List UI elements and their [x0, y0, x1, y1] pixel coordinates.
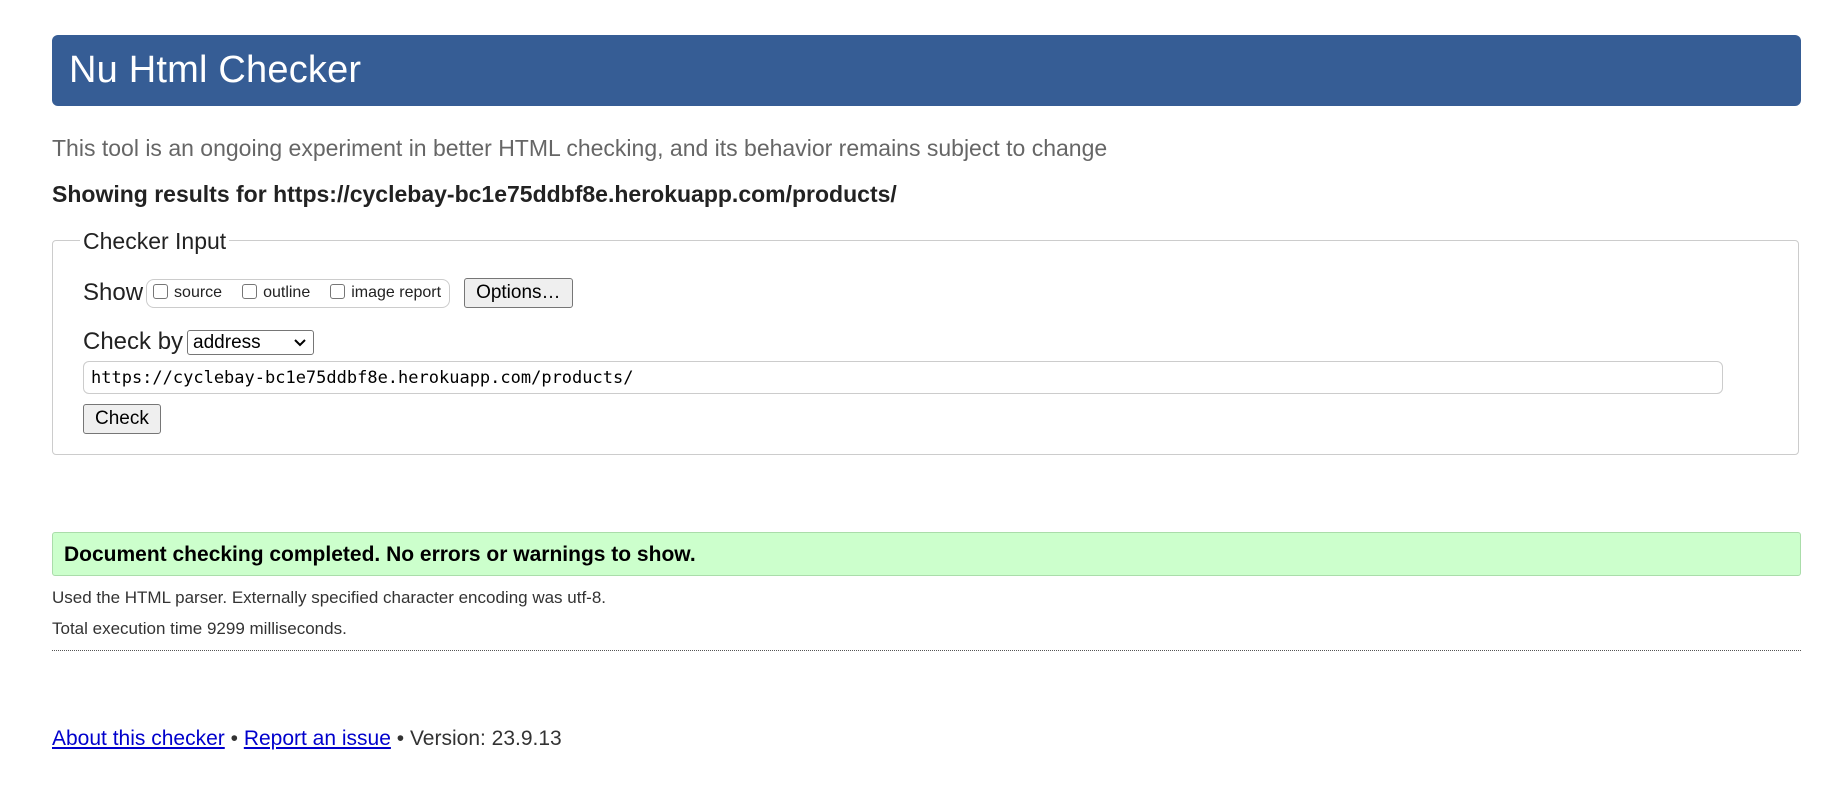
about-checker-link[interactable]: About this checker	[52, 727, 225, 750]
page-title: Nu Html Checker	[69, 49, 362, 91]
show-source-option[interactable]: source	[153, 283, 223, 302]
show-outline-option[interactable]: outline	[242, 283, 311, 302]
url-input[interactable]: https://cyclebay-bc1e75ddbf8e.herokuapp.…	[83, 361, 1723, 394]
show-options-row: Show source outline image report Options…	[83, 277, 573, 309]
show-options-group: source outline image report	[146, 278, 451, 308]
check-by-select[interactable]: address	[187, 329, 315, 355]
footer-separator-1: •	[230, 727, 238, 750]
options-button[interactable]: Options…	[464, 278, 573, 308]
parser-info: Used the HTML parser. Externally specifi…	[52, 588, 607, 607]
footer-separator-2: •	[396, 727, 405, 750]
check-button[interactable]: Check	[83, 404, 161, 434]
success-message: Document checking completed. No errors o…	[52, 532, 1801, 576]
show-label: Show	[83, 279, 144, 306]
execution-time: Total execution time 9299 milliseconds.	[52, 619, 347, 638]
tool-description: This tool is an ongoing experiment in be…	[52, 135, 1108, 161]
check-by-row: Check by address	[83, 328, 315, 356]
chevron-down-icon	[294, 338, 306, 346]
checker-input-fieldset: Checker Input Show source outline image …	[52, 228, 1799, 455]
source-checkbox[interactable]	[153, 283, 169, 299]
check-by-label: Check by	[83, 328, 184, 355]
dotted-divider	[52, 650, 1801, 651]
version-text: Version: 23.9.13	[409, 727, 562, 750]
check-by-selected-value: address	[193, 331, 261, 353]
results-for-heading: Showing results for https://cyclebay-bc1…	[52, 181, 897, 207]
source-checkbox-label: source	[174, 284, 223, 301]
checker-input-legend: Checker Input	[80, 228, 230, 255]
image-report-checkbox[interactable]	[330, 283, 346, 299]
outline-checkbox-label: outline	[263, 284, 311, 301]
image-report-checkbox-label: image report	[351, 284, 442, 301]
header-banner: Nu Html Checker	[52, 35, 1801, 106]
show-image-report-option[interactable]: image report	[330, 283, 442, 302]
page: Nu Html Checker This tool is an ongoing …	[0, 0, 1837, 787]
footer: About this checker • Report an issue • V…	[52, 727, 562, 751]
report-issue-link[interactable]: Report an issue	[244, 727, 391, 750]
outline-checkbox[interactable]	[242, 283, 258, 299]
